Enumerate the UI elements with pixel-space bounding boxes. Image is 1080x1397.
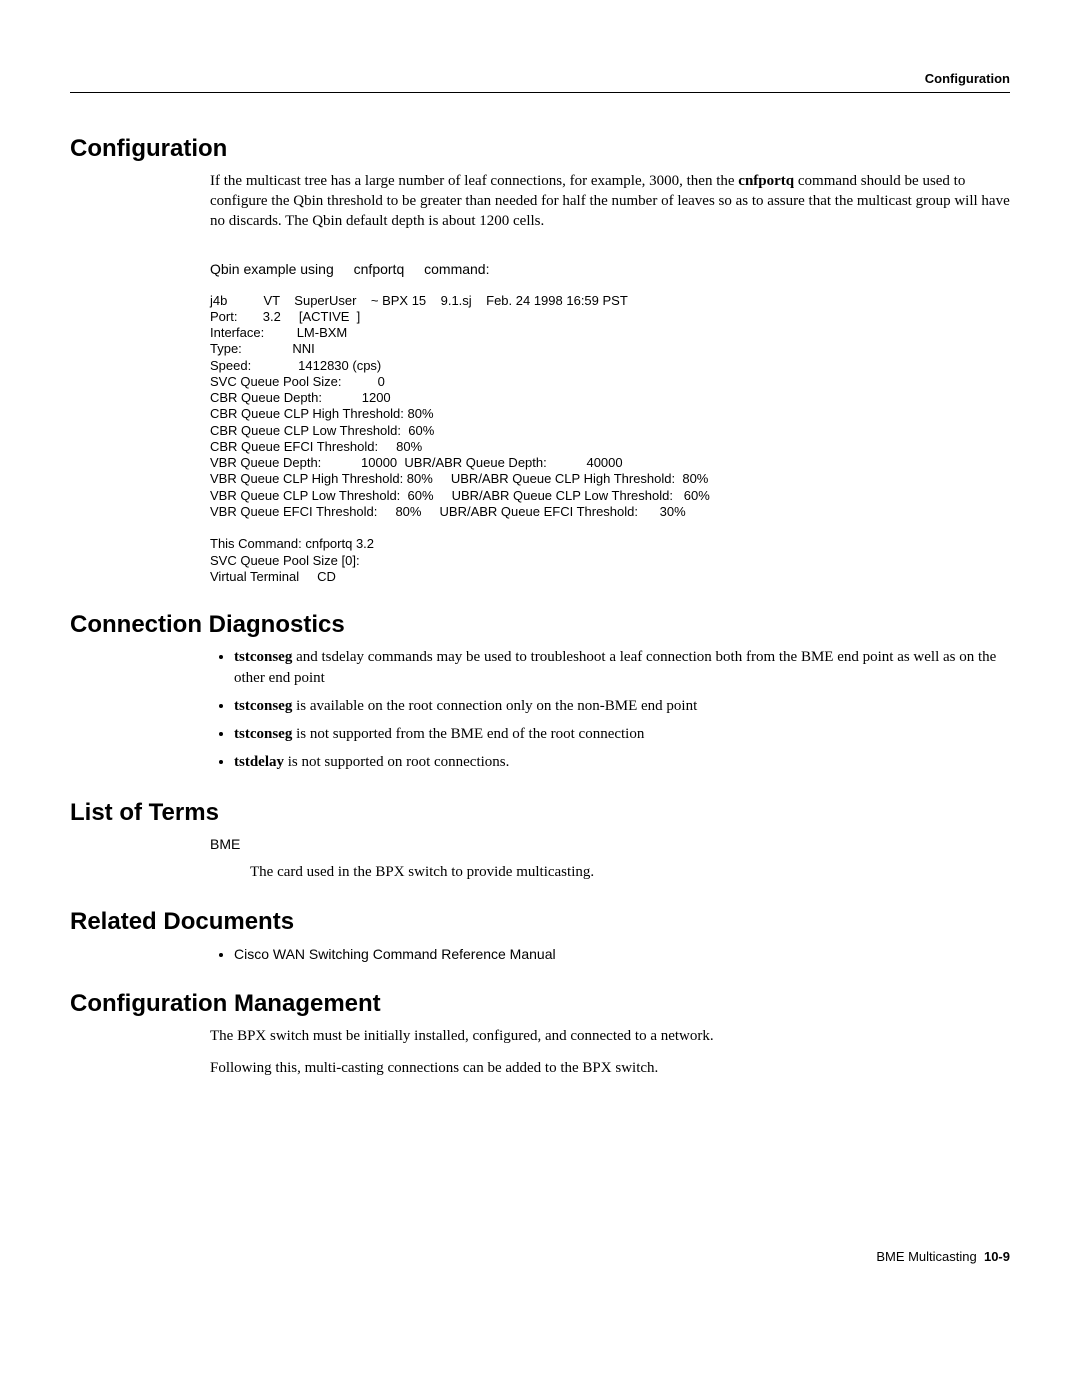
list-item: Cisco WAN Switching Command Reference Ma…	[234, 945, 1010, 964]
config-para-text: If the multicast tree has a large number…	[210, 173, 738, 189]
config-paragraph: If the multicast tree has a large number…	[210, 171, 1010, 232]
cnfportq-bold: cnfportq	[738, 173, 794, 189]
tstconseg-bold: tstconseg	[234, 649, 292, 665]
example-command: cnfportq	[354, 260, 405, 279]
example-pre: Qbin example using	[210, 261, 334, 277]
diagnostics-list: tstconseg and tsdelay commands may be us…	[210, 647, 1010, 772]
example-post: command:	[424, 261, 489, 277]
example-label: Qbin example using cnfportq command:	[210, 260, 1010, 279]
item-text: is available on the root connection only…	[292, 698, 697, 714]
code-block: j4b VT SuperUser ~ BPX 15 9.1.sj Feb. 24…	[210, 293, 1010, 586]
item-text: is not supported from the BME end of the…	[292, 726, 644, 742]
list-item: tstconseg is available on the root conne…	[234, 696, 1010, 716]
footer-page: 10-9	[984, 1249, 1010, 1264]
page-header-right: Configuration	[70, 70, 1010, 88]
heading-configuration-management: Configuration Management	[70, 988, 1010, 1020]
tstdelay-bold: tstdelay	[234, 754, 284, 770]
heading-related-documents: Related Documents	[70, 906, 1010, 938]
footer-text: BME Multicasting	[876, 1249, 976, 1264]
related-list: Cisco WAN Switching Command Reference Ma…	[210, 945, 1010, 964]
header-rule	[70, 92, 1010, 93]
mgmt-para-1: The BPX switch must be initially install…	[210, 1026, 1010, 1046]
tstconseg-bold: tstconseg	[234, 726, 292, 742]
item-text: and tsdelay commands may be used to trou…	[234, 649, 996, 685]
list-item: tstconseg and tsdelay commands may be us…	[234, 647, 1010, 688]
list-item: tstdelay is not supported on root connec…	[234, 752, 1010, 772]
heading-list-of-terms: List of Terms	[70, 797, 1010, 829]
heading-connection-diagnostics: Connection Diagnostics	[70, 609, 1010, 641]
heading-configuration: Configuration	[70, 133, 1010, 165]
term-bme-definition: The card used in the BPX switch to provi…	[250, 862, 1010, 882]
term-bme: BME	[210, 835, 1010, 854]
page-footer: BME Multicasting 10-9	[70, 1248, 1010, 1266]
list-item: tstconseg is not supported from the BME …	[234, 724, 1010, 744]
mgmt-para-2: Following this, multi-casting connection…	[210, 1058, 1010, 1078]
tstconseg-bold: tstconseg	[234, 698, 292, 714]
item-text: is not supported on root connections.	[284, 754, 509, 770]
